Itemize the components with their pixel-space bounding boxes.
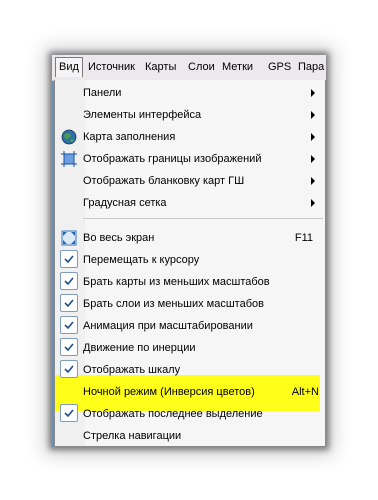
- menu-marks[interactable]: Метки: [222, 60, 253, 74]
- bounds-grid-icon: [61, 151, 77, 167]
- submenu-arrow-icon: [311, 133, 315, 141]
- checkmark-icon: [64, 365, 74, 374]
- menu-item-label: Отображать шкалу: [83, 364, 181, 376]
- globe-icon: [61, 129, 77, 145]
- menu-item-label: Перемещать к курсору: [83, 254, 200, 266]
- checkmark-icon: [64, 299, 74, 308]
- checkbox[interactable]: [60, 316, 78, 334]
- menu-item-label: Анимация при масштабировании: [83, 320, 253, 332]
- checkmark-icon: [64, 343, 74, 352]
- submenu-arrow-icon: [311, 155, 315, 163]
- menu-item-fullscreen[interactable]: Во весь экран F11: [55, 227, 323, 249]
- view-dropdown-menu: Панели Элементы интерфейса Карта заполне…: [54, 80, 326, 447]
- menu-item-image-bounds[interactable]: Отображать границы изображений: [55, 148, 323, 170]
- submenu-arrow-icon: [311, 111, 315, 119]
- checkbox[interactable]: [60, 272, 78, 290]
- menu-item-show-scale[interactable]: Отображать шкалу: [55, 359, 323, 381]
- checkbox[interactable]: [60, 338, 78, 356]
- menu-item-label: Брать карты из меньших масштабов: [83, 276, 270, 288]
- menu-item-panels[interactable]: Панели: [55, 82, 323, 104]
- menu-item-label: Движение по инерции: [83, 342, 196, 354]
- checkmark-icon: [64, 255, 74, 264]
- menu-source[interactable]: Источник: [88, 60, 135, 74]
- menu-item-label: Во весь экран: [83, 232, 155, 244]
- checkmark-icon: [64, 277, 74, 286]
- checkmark-icon: [64, 409, 74, 418]
- menu-layers[interactable]: Слои: [188, 60, 215, 74]
- menu-item-label: Панели: [83, 87, 122, 99]
- menu-item-label: Градусная сетка: [83, 197, 167, 209]
- menu-maps[interactable]: Карты: [145, 60, 176, 74]
- checkbox[interactable]: [60, 360, 78, 378]
- menu-gps[interactable]: GPS: [268, 60, 291, 74]
- menu-vid[interactable]: Вид: [55, 57, 83, 77]
- menu-item-night-mode[interactable]: Ночной режим (Инверсия цветов) Alt+N: [55, 381, 323, 403]
- checkbox[interactable]: [60, 250, 78, 268]
- menu-params[interactable]: Пара: [298, 60, 324, 74]
- submenu-arrow-icon: [311, 89, 315, 97]
- shortcut-label: Alt+N: [291, 386, 319, 398]
- menu-item-maps-smaller-scales[interactable]: Брать карты из меньших масштабов: [55, 271, 323, 293]
- menu-separator: [83, 218, 323, 219]
- menu-bar: Вид Источник Карты Слои Метки GPS Пара: [52, 55, 326, 81]
- menu-item-label: Стрелка навигации: [83, 430, 182, 442]
- menu-item-label: Элементы интерфейса: [83, 109, 202, 121]
- menu-item-layers-smaller-scales[interactable]: Брать слои из меньших масштабов: [55, 293, 323, 315]
- fullscreen-icon: [61, 230, 77, 246]
- menu-item-zoom-animation[interactable]: Анимация при масштабировании: [55, 315, 323, 337]
- menu-item-label: Брать слои из меньших масштабов: [83, 298, 264, 310]
- menu-item-move-to-cursor[interactable]: Перемещать к курсору: [55, 249, 323, 271]
- menu-item-ui-elements[interactable]: Элементы интерфейса: [55, 104, 323, 126]
- checkmark-icon: [64, 321, 74, 330]
- submenu-arrow-icon: [311, 177, 315, 185]
- menu-item-label: Отображать последнее выделение: [83, 408, 263, 420]
- shortcut-label: F11: [294, 232, 313, 244]
- menu-item-label: Отображать границы изображений: [83, 153, 262, 165]
- menu-item-fill-map[interactable]: Карта заполнения: [55, 126, 323, 148]
- screenshot-frame: Вид Источник Карты Слои Метки GPS Пара П…: [52, 55, 326, 447]
- menu-item-label: Ночной режим (Инверсия цветов): [83, 386, 255, 398]
- menu-item-last-selection[interactable]: Отображать последнее выделение: [55, 403, 323, 425]
- checkbox[interactable]: [60, 404, 78, 422]
- checkbox[interactable]: [60, 294, 78, 312]
- submenu-arrow-icon: [311, 199, 315, 207]
- menu-item-inertia[interactable]: Движение по инерции: [55, 337, 323, 359]
- menu-item-degree-grid[interactable]: Градусная сетка: [55, 192, 323, 214]
- menu-item-nav-arrow[interactable]: Стрелка навигации: [55, 425, 323, 447]
- menu-item-label: Карта заполнения: [83, 131, 176, 143]
- menu-item-gs-sheets[interactable]: Отображать бланковку карт ГШ: [55, 170, 323, 192]
- menu-item-label: Отображать бланковку карт ГШ: [83, 175, 245, 187]
